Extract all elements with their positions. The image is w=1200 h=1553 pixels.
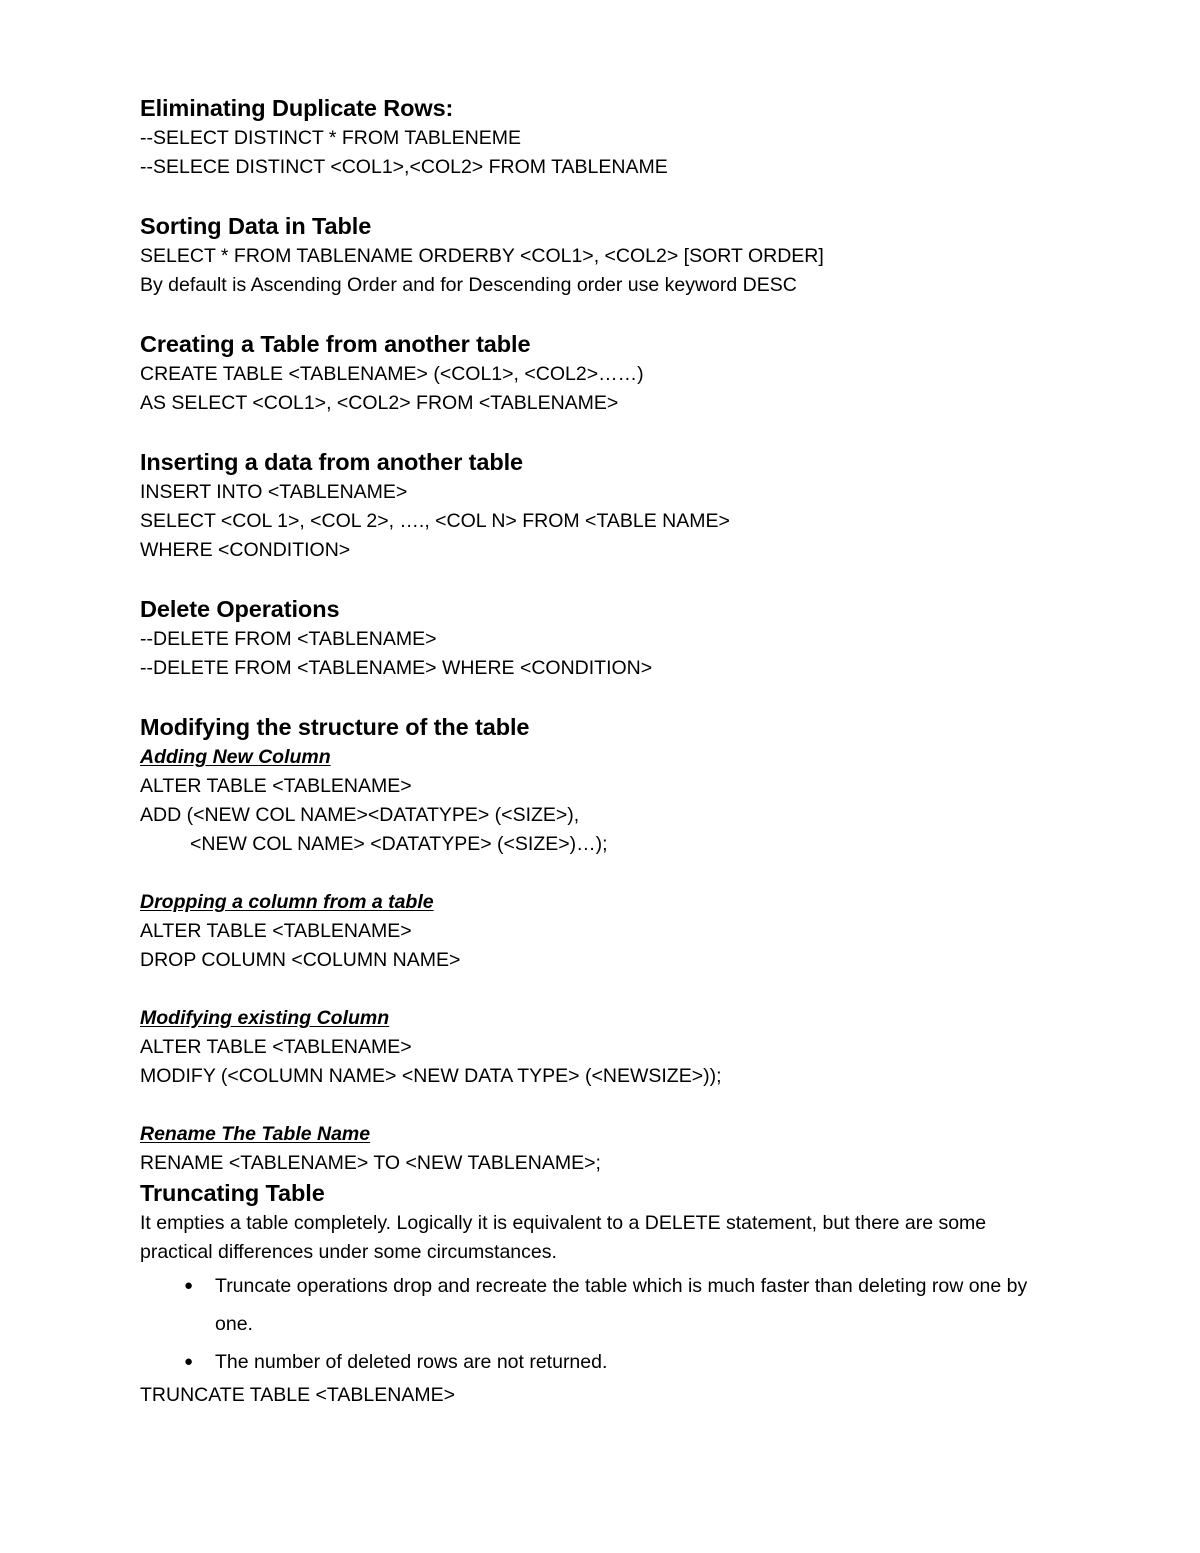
section-heading-creating-a-table-from-another-table: Creating a Table from another table <box>140 331 531 357</box>
sub-heading-rename-the-table-name: Rename The Table Name <box>140 1123 371 1145</box>
code-line: --SELECE DISTINCT <COL1>,<COL2> FROM TAB… <box>140 156 668 178</box>
list-item-label: Truncate operations drop and recreate th… <box>215 1275 1028 1335</box>
code-line: By default is Ascending Order and for De… <box>140 274 797 296</box>
code-line: ADD (<NEW COL NAME><DATATYPE> (<SIZE>), <box>140 804 580 826</box>
code-line: WHERE <CONDITION> <box>140 539 351 561</box>
truncating-description-paragraph: It empties a table completely. Logically… <box>140 1212 987 1263</box>
section-heading-sorting-data-in-table: Sorting Data in Table <box>140 213 372 239</box>
code-line: TRUNCATE TABLE <TABLENAME> <box>140 1384 455 1406</box>
bullet-icon: ● <box>184 1277 194 1294</box>
list-item: ● The number of deleted rows are not ret… <box>140 1343 1045 1381</box>
code-line-indented: <NEW COL NAME> <DATATYPE> (<SIZE>)…); <box>190 833 608 855</box>
section-heading-inserting-a-data-from-another-table: Inserting a data from another table <box>140 449 524 475</box>
sub-heading-adding-new-column: Adding New Column <box>140 746 331 768</box>
code-line: CREATE TABLE <TABLENAME> (<COL1>, <COL2>… <box>140 363 644 385</box>
code-line: SELECT * FROM TABLENAME ORDERBY <COL1>, … <box>140 245 824 267</box>
document-page: Eliminating Duplicate Rows: --SELECT DIS… <box>0 0 1200 1553</box>
section-heading-modifying-the-structure-of-the-table: Modifying the structure of the table <box>140 714 530 740</box>
truncate-bullet-list: ● Truncate operations drop and recreate … <box>140 1267 1045 1381</box>
section-heading-truncating-table: Truncating Table <box>140 1180 325 1206</box>
sub-heading-modifying-existing-column: Modifying existing Column <box>140 1007 390 1029</box>
section-heading-eliminating-duplicate-rows: Eliminating Duplicate Rows: <box>140 95 454 121</box>
code-line: MODIFY (<COLUMN NAME> <NEW DATA TYPE> (<… <box>140 1065 722 1087</box>
bullet-icon: ● <box>184 1353 194 1370</box>
code-line: --DELETE FROM <TABLENAME> <box>140 628 437 650</box>
code-line: INSERT INTO <TABLENAME> <box>140 481 408 503</box>
code-line: ALTER TABLE <TABLENAME> <box>140 775 412 797</box>
code-line: RENAME <TABLENAME> TO <NEW TABLENAME>; <box>140 1152 601 1174</box>
list-item: ● Truncate operations drop and recreate … <box>140 1267 1045 1343</box>
sub-heading-dropping-a-column-from-a-table: Dropping a column from a table <box>140 891 434 913</box>
code-line: SELECT <COL 1>, <COL 2>, …., <COL N> FRO… <box>140 510 730 532</box>
section-heading-delete-operations: Delete Operations <box>140 596 340 622</box>
code-line: --SELECT DISTINCT * FROM TABLENEME <box>140 127 522 149</box>
code-line: AS SELECT <COL1>, <COL2> FROM <TABLENAME… <box>140 392 619 414</box>
code-line: ALTER TABLE <TABLENAME> <box>140 1036 412 1058</box>
code-line: DROP COLUMN <COLUMN NAME> <box>140 949 461 971</box>
document-body: Eliminating Duplicate Rows: --SELECT DIS… <box>140 93 1045 1410</box>
list-item-label: The number of deleted rows are not retur… <box>215 1351 608 1373</box>
code-line: --DELETE FROM <TABLENAME> WHERE <CONDITI… <box>140 657 653 679</box>
code-line: ALTER TABLE <TABLENAME> <box>140 920 412 942</box>
